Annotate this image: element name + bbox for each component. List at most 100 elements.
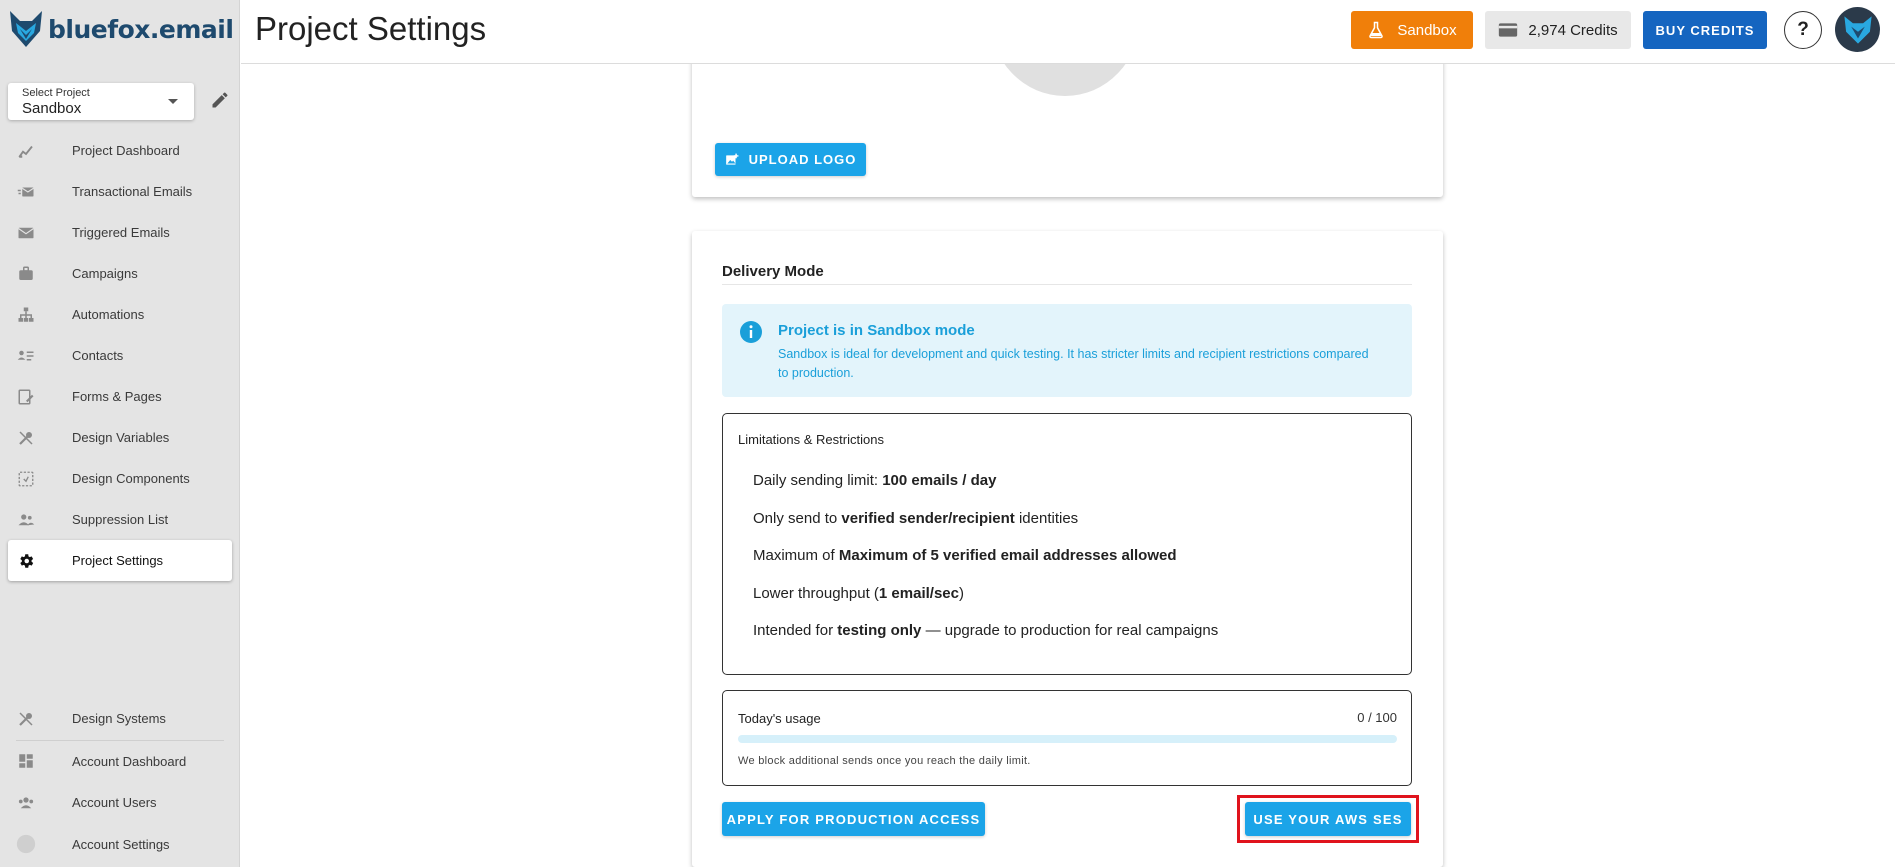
buy-credits-button[interactable]: BUY CREDITS: [1643, 11, 1767, 49]
dashboard-icon: [16, 751, 36, 771]
limitation-text: identities: [1014, 509, 1079, 527]
image-plus-icon: [725, 153, 739, 165]
sidebar-item-campaigns[interactable]: Campaigns: [8, 253, 232, 294]
users-icon: [16, 793, 36, 813]
limitation-text: Only send to: [753, 509, 842, 527]
project-select-value: Sandbox: [22, 100, 82, 117]
limitation-emphasis: Maximum of 5 verified email addresses al…: [838, 547, 1177, 565]
limitation-verified-only: Only send to verified sender/recipient i…: [753, 510, 1393, 548]
limitation-text: Intended for: [753, 622, 838, 640]
contacts-icon: [16, 346, 36, 366]
sidebar-item-triggered-emails[interactable]: Triggered Emails: [8, 212, 232, 253]
credits-label: 2,974 Credits: [1528, 21, 1618, 39]
sitemap-icon: [16, 305, 36, 325]
sidebar-item-label: Account Dashboard: [72, 753, 187, 769]
sidebar-item-design-systems[interactable]: Design Systems: [8, 698, 232, 740]
delivery-mode-title: Delivery Mode: [722, 263, 824, 280]
limitation-text: Lower throughput (: [753, 584, 879, 602]
upload-logo-label: UPLOAD LOGO: [748, 152, 857, 167]
sidebar: bluefox.email Select Project Sandbox Pro…: [0, 0, 240, 867]
usage-title: Today's usage: [738, 711, 821, 726]
sidebar-item-transactional-emails[interactable]: Transactional Emails: [8, 171, 232, 212]
tools-icon: [16, 428, 36, 448]
limitation-testing-only: Intended for testing only — upgrade to p…: [753, 622, 1393, 660]
pencil-icon[interactable]: [210, 90, 230, 110]
section-divider: [722, 284, 1412, 285]
info-icon: [740, 321, 762, 343]
limitation-emphasis: testing only: [837, 622, 922, 640]
fox-logo-icon: [10, 11, 42, 47]
tools-icon: [16, 709, 36, 729]
sidebar-item-label: Design Components: [72, 471, 190, 486]
top-bar: Project Settings Sandbox 2,974 Credits B…: [241, 0, 1895, 64]
usage-count: 0 / 100: [1357, 710, 1397, 725]
sidebar-item-label: Account Settings: [72, 836, 170, 852]
apply-production-access-button[interactable]: APPLY FOR PRODUCTION ACCESS: [722, 802, 985, 836]
sandbox-mode-button[interactable]: Sandbox: [1351, 11, 1473, 49]
usage-progress-bar: [738, 735, 1397, 743]
use-aws-ses-button[interactable]: USE YOUR AWS SES: [1245, 802, 1411, 836]
chart-icon: [16, 141, 36, 161]
email-fast-icon: [16, 182, 36, 202]
sidebar-item-automations[interactable]: Automations: [8, 294, 232, 335]
sidebar-item-contacts[interactable]: Contacts: [8, 335, 232, 376]
account-nav: Design Systems Account Dashboard Account…: [8, 698, 232, 865]
sidebar-item-label: Project Dashboard: [72, 143, 180, 158]
user-avatar[interactable]: [1835, 7, 1880, 52]
email-icon: [16, 223, 36, 243]
credits-display[interactable]: 2,974 Credits: [1485, 11, 1631, 49]
sidebar-item-label: Forms & Pages: [72, 389, 162, 404]
limitation-text: Maximum of: [753, 547, 839, 565]
sidebar-item-project-dashboard[interactable]: Project Dashboard: [8, 130, 232, 171]
sidebar-item-label: Transactional Emails: [72, 184, 193, 199]
limitations-title: Limitations & Restrictions: [738, 432, 884, 447]
sidebar-item-label: Design Systems: [72, 711, 166, 727]
sidebar-item-label: Project Settings: [72, 553, 164, 568]
usage-note: We block additional sends once you reach…: [738, 755, 1031, 767]
sidebar-item-label: Contacts: [72, 348, 124, 363]
flask-icon: [1369, 21, 1384, 39]
limitation-text: Daily sending limit:: [753, 472, 883, 489]
form-icon: [16, 387, 36, 407]
help-button[interactable]: ?: [1784, 11, 1822, 49]
chevron-down-icon: [168, 99, 178, 104]
sandbox-info-description: Sandbox is ideal for development and qui…: [778, 347, 1369, 380]
gear-icon: [16, 551, 36, 571]
limitation-emphasis: 100 emails / day: [882, 472, 997, 489]
brand-logo[interactable]: bluefox.email: [8, 6, 234, 52]
sidebar-item-project-settings[interactable]: Project Settings: [8, 540, 232, 581]
sidebar-item-label: Campaigns: [72, 266, 138, 281]
briefcase-icon: [16, 264, 36, 284]
limitation-daily-limit: Daily sending limit: 100 emails / day: [753, 472, 1393, 510]
sidebar-item-label: Automations: [72, 307, 145, 322]
upload-logo-button[interactable]: UPLOAD LOGO: [715, 143, 866, 176]
limitation-emphasis: verified sender/recipient: [841, 509, 1015, 527]
project-select-label: Select Project: [22, 87, 90, 99]
info-title-mode: Sandbox mode: [867, 322, 975, 339]
sidebar-item-design-components[interactable]: Design Components: [8, 458, 232, 499]
sidebar-item-account-dashboard[interactable]: Account Dashboard: [8, 741, 232, 783]
sidebar-item-label: Design Variables: [72, 430, 170, 445]
limitation-text: — upgrade to production for real campaig…: [921, 622, 1219, 640]
limitation-max-addresses: Maximum of Maximum of 5 verified email a…: [753, 547, 1393, 585]
sandbox-mode-label: Sandbox: [1397, 21, 1457, 39]
project-nav: Project Dashboard Transactional Emails T…: [8, 130, 232, 581]
sidebar-item-suppression-list[interactable]: Suppression List: [8, 499, 232, 540]
project-select[interactable]: Select Project Sandbox: [8, 83, 194, 120]
page-title: Project Settings: [255, 10, 487, 47]
limitation-emphasis: 1 email/sec: [878, 584, 959, 602]
component-icon: [16, 469, 36, 489]
sidebar-item-account-settings[interactable]: Account Settings: [8, 824, 232, 866]
users-icon: [16, 510, 36, 530]
credit-card-icon: [1499, 23, 1518, 37]
limitations-list: Daily sending limit: 100 emails / day On…: [753, 472, 1393, 660]
sidebar-item-label: Account Users: [72, 795, 157, 811]
sidebar-item-label: Suppression List: [72, 512, 169, 527]
limitation-text: ): [958, 584, 964, 602]
sidebar-item-design-variables[interactable]: Design Variables: [8, 417, 232, 458]
sidebar-item-account-users[interactable]: Account Users: [8, 782, 232, 824]
sandbox-info-title: Project is in Sandbox mode: [778, 322, 975, 339]
sidebar-item-forms-pages[interactable]: Forms & Pages: [8, 376, 232, 417]
info-title-prefix: Project is in: [778, 322, 868, 339]
sidebar-item-label: Triggered Emails: [72, 225, 170, 240]
